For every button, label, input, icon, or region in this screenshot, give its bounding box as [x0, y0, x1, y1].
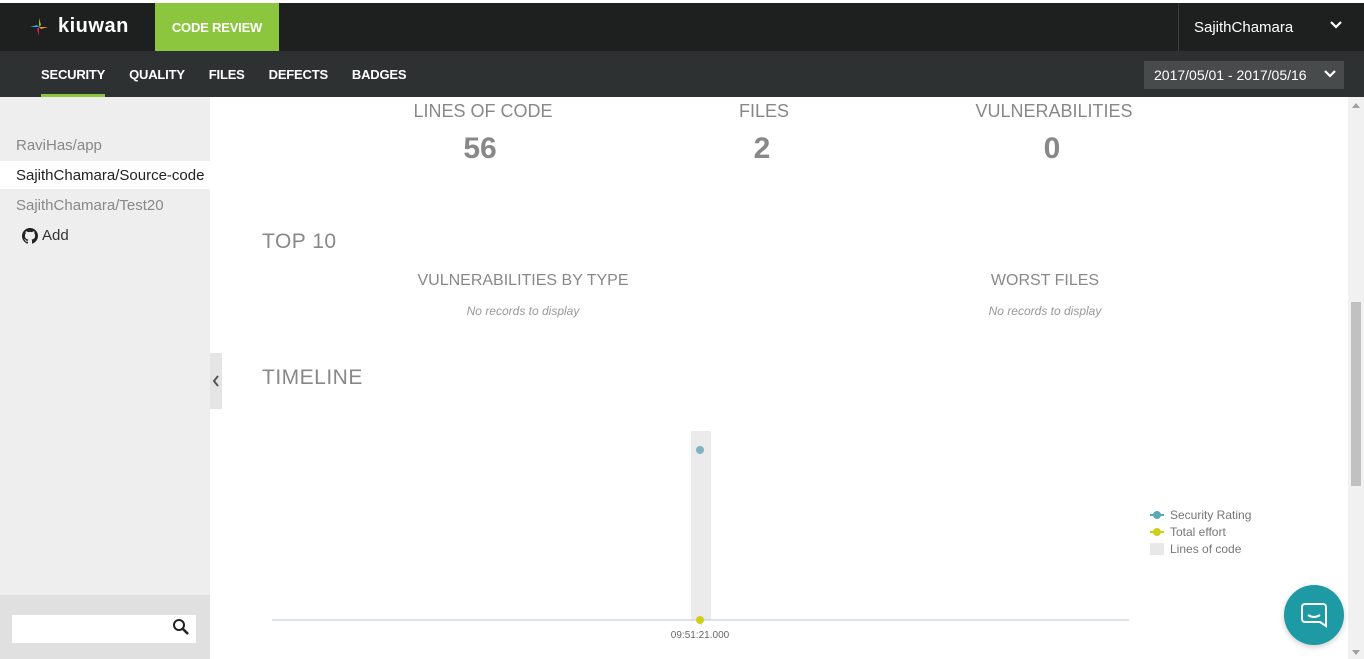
logo-text: kiuwan: [58, 15, 129, 37]
total-effort-swatch: [1150, 527, 1164, 536]
worst-files-title: WORST FILES: [990, 272, 1100, 289]
chart-legend: Security Rating Total effort Lines of co…: [1150, 506, 1251, 557]
top-bar: kiuwan CODE REVIEW SajithChamara: [0, 0, 1364, 51]
vulnerabilities-value: 0: [1043, 132, 1061, 165]
search-input[interactable]: [12, 615, 196, 643]
sidebar-search-area: [0, 595, 210, 659]
lines-of-code-swatch: [1150, 542, 1164, 555]
files-label: FILES: [738, 101, 790, 121]
tab-badges[interactable]: BADGES: [352, 51, 407, 97]
vulnerabilities-by-type-empty: No records to display: [466, 304, 580, 318]
kiuwan-logo[interactable]: kiuwan: [28, 15, 129, 38]
tab-security[interactable]: SECURITY: [41, 51, 105, 97]
date-range-value: 2017/05/01 - 2017/05/16: [1154, 67, 1307, 83]
add-repository-button[interactable]: Add: [22, 227, 69, 244]
scrollbar[interactable]: [1348, 97, 1364, 659]
tab-quality[interactable]: QUALITY: [129, 51, 185, 97]
main-content: LINES OF CODE 56 FILES 2 VULNERABILITIES…: [222, 97, 1348, 659]
user-menu[interactable]: SajithChamara: [1178, 3, 1364, 51]
chevron-down-icon: [1330, 21, 1342, 29]
tab-bar: SECURITY QUALITY FILES DEFECTS BADGES: [41, 51, 407, 97]
add-label: Add: [42, 227, 69, 244]
scroll-up-arrow[interactable]: [1352, 103, 1360, 108]
legend-label: Lines of code: [1170, 541, 1242, 556]
tab-files[interactable]: FILES: [209, 51, 245, 97]
top10-title: TOP 10: [262, 230, 337, 253]
timeline-title: TIMELINE: [262, 366, 363, 389]
tab-defects[interactable]: DEFECTS: [269, 51, 328, 97]
date-range-picker[interactable]: 2017/05/01 - 2017/05/16: [1144, 61, 1344, 89]
chevron-left-icon: [212, 375, 219, 387]
chat-button[interactable]: [1284, 585, 1344, 645]
user-name: SajithChamara: [1194, 18, 1294, 36]
legend-label: Total effort: [1170, 524, 1226, 539]
legend-item-total-effort[interactable]: Total effort: [1150, 523, 1251, 540]
files-value: 2: [753, 132, 771, 165]
total-effort-point: [696, 616, 704, 624]
search-icon[interactable]: [172, 618, 190, 636]
worst-files-empty: No records to display: [988, 304, 1102, 318]
scroll-thumb[interactable]: [1351, 302, 1361, 486]
scroll-down-arrow[interactable]: [1352, 650, 1360, 655]
sidebar-item-test20[interactable]: SajithChamara/Test20: [0, 191, 222, 219]
security-rating-swatch: [1150, 510, 1164, 519]
chevron-down-icon: [1324, 70, 1336, 78]
github-icon: [22, 227, 38, 244]
security-rating-point: [696, 446, 704, 454]
lines-of-code-label: LINES OF CODE: [413, 101, 553, 121]
legend-item-lines-of-code[interactable]: Lines of code: [1150, 540, 1251, 557]
x-tick-label: 09:51:21.000: [671, 630, 730, 641]
vulnerabilities-label: VULNERABILITIES: [975, 101, 1133, 121]
lines-of-code-value: 56: [463, 132, 497, 165]
code-review-button[interactable]: CODE REVIEW: [155, 3, 279, 51]
vulnerabilities-by-type-title: VULNERABILITIES BY TYPE: [417, 272, 629, 289]
chat-icon: [1301, 603, 1327, 628]
legend-label: Security Rating: [1170, 507, 1252, 522]
sub-navigation: SECURITY QUALITY FILES DEFECTS BADGES 20…: [0, 51, 1364, 97]
legend-item-security-rating[interactable]: Security Rating: [1150, 506, 1251, 523]
sidebar-collapse-toggle[interactable]: [210, 353, 222, 409]
sidebar-item-ravihas-app[interactable]: RaviHas/app: [0, 131, 222, 159]
lines-of-code-bar: [691, 431, 711, 620]
sidebar-item-source-code[interactable]: SajithChamara/Source-code: [0, 161, 222, 189]
kiuwan-logo-icon: [30, 17, 48, 36]
sidebar: RaviHas/app SajithChamara/Source-code Sa…: [0, 97, 222, 659]
